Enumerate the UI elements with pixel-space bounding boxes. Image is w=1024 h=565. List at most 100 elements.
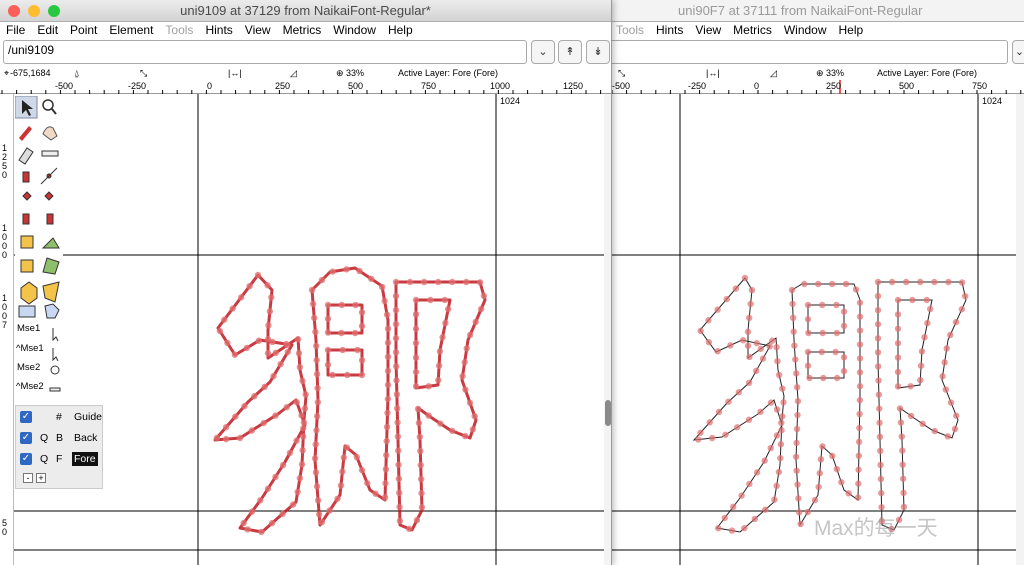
control-point[interactable] xyxy=(725,398,732,405)
control-point[interactable] xyxy=(392,349,400,356)
control-point[interactable] xyxy=(751,515,759,523)
control-point[interactable] xyxy=(953,412,960,419)
control-point[interactable] xyxy=(793,425,801,433)
control-point[interactable] xyxy=(951,425,959,433)
control-point[interactable] xyxy=(232,413,239,420)
control-point[interactable] xyxy=(463,278,470,286)
menu-window[interactable]: Window xyxy=(784,22,827,38)
control-points[interactable] xyxy=(695,274,969,534)
control-point[interactable] xyxy=(324,361,332,368)
control-point[interactable] xyxy=(819,443,826,450)
control-point[interactable] xyxy=(298,461,306,468)
control-point[interactable] xyxy=(944,433,951,440)
control-point[interactable] xyxy=(840,308,848,315)
next-glyph-button[interactable]: ↡ xyxy=(586,40,610,64)
menu-help[interactable]: Help xyxy=(839,22,864,38)
control-point[interactable] xyxy=(392,320,400,328)
control-point[interactable] xyxy=(264,282,271,289)
control-point[interactable] xyxy=(372,490,379,497)
control-point[interactable] xyxy=(248,508,256,515)
control-point[interactable] xyxy=(420,278,428,286)
control-point[interactable] xyxy=(383,423,391,431)
glyph-canvas[interactable]: 1024 xyxy=(0,94,611,565)
control-point[interactable] xyxy=(301,405,309,412)
control-point[interactable] xyxy=(382,480,389,487)
control-point[interactable] xyxy=(768,337,776,344)
control-point[interactable] xyxy=(779,413,786,420)
control-point[interactable] xyxy=(900,503,908,511)
control-point[interactable] xyxy=(753,339,760,347)
vertical-scrollbar[interactable] xyxy=(1016,94,1024,565)
control-point[interactable] xyxy=(462,386,469,393)
control-point[interactable] xyxy=(856,299,864,306)
menu-metrics[interactable]: Metrics xyxy=(283,22,322,38)
control-point[interactable] xyxy=(845,490,852,497)
control-point[interactable] xyxy=(796,509,803,516)
control-point[interactable] xyxy=(392,363,400,370)
control-point[interactable] xyxy=(393,377,400,384)
control-point[interactable] xyxy=(714,306,721,313)
control-point[interactable] xyxy=(392,306,400,314)
control-point[interactable] xyxy=(856,369,864,376)
layer-row-guide[interactable]: ✓ # Guide xyxy=(20,410,102,426)
control-point[interactable] xyxy=(759,355,767,362)
control-point[interactable] xyxy=(299,377,306,385)
control-point[interactable] xyxy=(820,374,827,382)
control-point[interactable] xyxy=(878,503,885,511)
control-point[interactable] xyxy=(767,444,774,452)
menu-view[interactable]: View xyxy=(695,22,721,38)
control-point[interactable] xyxy=(874,363,882,370)
control-point[interactable] xyxy=(792,453,800,460)
control-point[interactable] xyxy=(358,466,366,474)
control-point[interactable] xyxy=(942,386,950,393)
control-point[interactable] xyxy=(257,497,264,504)
control-point[interactable] xyxy=(746,314,753,322)
glyph-name-input[interactable]: /uni9109 xyxy=(3,40,527,64)
control-point[interactable] xyxy=(856,341,864,348)
control-point[interactable] xyxy=(351,329,359,337)
control-point[interactable] xyxy=(894,354,902,361)
layer-visible-checkbox[interactable]: ✓ xyxy=(20,432,32,444)
control-point[interactable] xyxy=(296,363,304,371)
control-point[interactable] xyxy=(382,465,390,473)
control-point[interactable] xyxy=(384,381,392,389)
control-point[interactable] xyxy=(334,495,341,502)
control-point[interactable] xyxy=(469,426,477,433)
control-point[interactable] xyxy=(406,525,413,533)
control-point[interactable] xyxy=(762,506,769,513)
control-point[interactable] xyxy=(396,489,403,497)
control-point[interactable] xyxy=(961,292,969,300)
control-point[interactable] xyxy=(340,454,348,461)
control-point[interactable] xyxy=(315,511,323,518)
control-point[interactable] xyxy=(757,345,764,353)
control-point[interactable] xyxy=(384,325,392,332)
control-point[interactable] xyxy=(343,266,350,273)
control-point[interactable] xyxy=(804,508,811,516)
control-point[interactable] xyxy=(894,325,902,332)
control-point[interactable] xyxy=(427,296,434,304)
control-point[interactable] xyxy=(805,329,812,337)
control-point[interactable] xyxy=(251,393,258,400)
control-point[interactable] xyxy=(277,360,284,368)
control-point[interactable] xyxy=(221,316,228,323)
control-point[interactable] xyxy=(854,494,862,501)
control-point[interactable] xyxy=(224,339,231,347)
control-point[interactable] xyxy=(852,286,860,293)
control-point[interactable] xyxy=(715,525,722,532)
control-point[interactable] xyxy=(945,278,952,286)
control-point[interactable] xyxy=(312,441,319,448)
control-point[interactable] xyxy=(418,490,425,497)
control-point[interactable] xyxy=(741,274,749,282)
layer-visible-checkbox[interactable]: ✓ xyxy=(20,453,32,465)
control-point[interactable] xyxy=(412,354,420,361)
glyph-contours[interactable] xyxy=(692,277,967,533)
control-point[interactable] xyxy=(396,517,404,525)
control-point[interactable] xyxy=(806,374,813,382)
control-point[interactable] xyxy=(793,384,801,391)
control-point[interactable] xyxy=(414,405,422,413)
control-point[interactable] xyxy=(840,322,848,330)
control-point[interactable] xyxy=(877,461,884,469)
control-point[interactable] xyxy=(778,427,785,434)
control-point[interactable] xyxy=(294,488,301,496)
control-point[interactable] xyxy=(272,412,279,419)
